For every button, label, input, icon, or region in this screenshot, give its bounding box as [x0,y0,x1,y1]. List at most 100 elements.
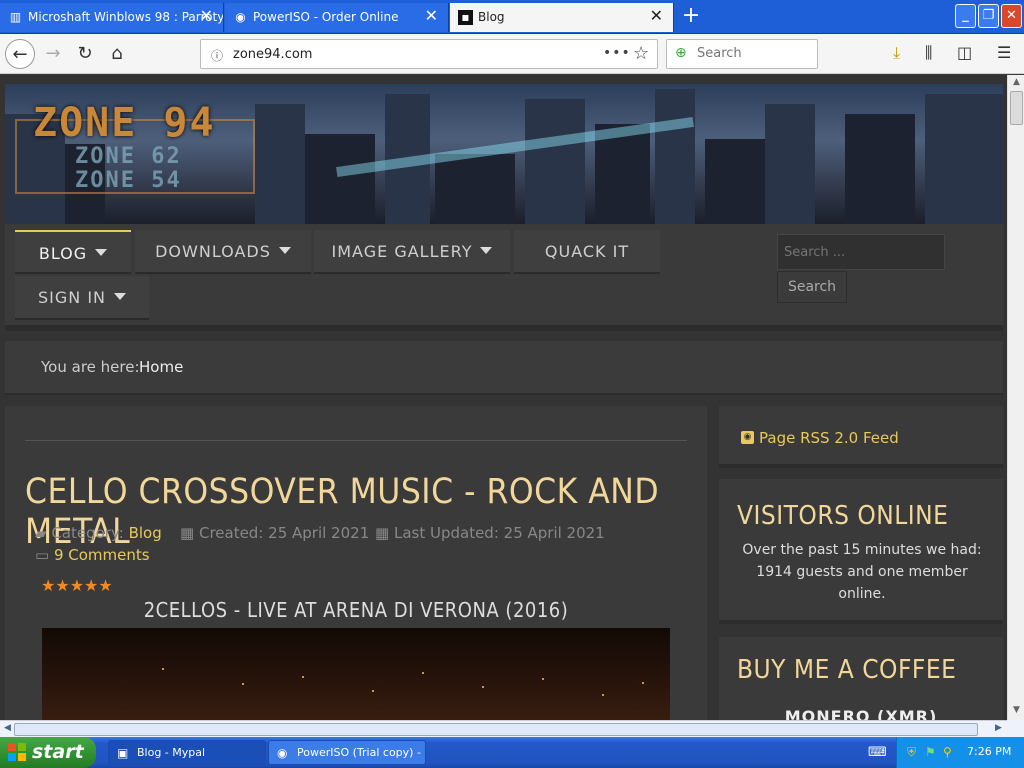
tab-poweriso[interactable]: ◉ PowerISO - Order Online ✕ [225,3,449,32]
logo-subtitle: ZONE 54 [75,168,182,193]
bookmark-star-icon[interactable]: ☆ [633,43,649,64]
rss-link[interactable]: Page RSS 2.0 Feed [759,429,899,447]
calendar-icon: ▦ [375,524,390,542]
close-icon[interactable]: ✕ [650,8,663,24]
system-tray: ⛨ ⚑ ⚲ 7:26 PM [896,737,1024,768]
article: CELLO CROSSOVER MUSIC - ROCK AND METAL ▰… [5,406,707,720]
visitors-text: Over the past 15 minutes we had: 1914 gu… [742,542,982,602]
download-icon[interactable]: ⤓ [893,43,900,63]
comment-icon: ▭ [35,546,50,564]
monero-label: MONERO (XMR) [784,707,938,720]
reload-icon[interactable]: ↻ [70,39,100,69]
page-viewport: ZONE 94 ZONE 62 ZONE 54 BLOG DOWNLOADS I… [0,75,1007,720]
caret-down-icon [278,247,291,254]
home-icon[interactable]: ⌂ [102,39,132,69]
start-label: start [32,741,84,763]
category-link[interactable]: Blog [129,524,162,542]
logo-subtitle: ZONE 62 [75,144,182,169]
site-banner: ZONE 94 ZONE 62 ZONE 54 [5,84,1003,224]
tab-title: PowerISO - Order Online [253,10,399,24]
scroll-corner [1007,720,1024,737]
tab-microshaft[interactable]: ▥ Microshaft Winblows 98 : Parroty ✕ [0,3,224,32]
article-category: ▰ Category: Blog [35,524,162,542]
browser-icon: ▣ [117,746,129,760]
visitors-title: VISITORS ONLINE [737,501,949,531]
scroll-left-icon[interactable]: ◀ [1,723,14,736]
scroll-right-icon[interactable]: ▶ [992,723,1005,736]
visitors-module: VISITORS ONLINE Over the past 15 minutes… [719,479,1003,624]
comments-link[interactable]: 9 Comments [54,546,150,564]
breadcrumb-home-link[interactable]: Home [139,358,183,376]
menu-item-blog[interactable]: BLOG [15,230,131,274]
scroll-up-icon[interactable]: ▲ [1010,77,1023,90]
maximize-icon[interactable]: ❐ [978,4,999,28]
network-icon[interactable]: ⚑ [925,745,936,759]
new-tab-icon[interactable]: + [678,4,704,30]
sidebar-icon[interactable]: ◫ [957,43,972,62]
site-nav: BLOG DOWNLOADS IMAGE GALLERY QUACK IT SI… [5,224,1003,331]
article-updated: ▦ Last Updated: 25 April 2021 [375,524,605,542]
browser-search-input[interactable] [697,46,807,61]
library-icon[interactable]: ⫼ [925,43,932,63]
site-search-input[interactable] [777,234,945,270]
tab-title: Blog [478,10,505,24]
shield-icon[interactable]: ⛨ [907,745,916,760]
task-blog-mypal[interactable]: ▣ Blog - Mypal [108,740,266,765]
clock: 7:26 PM [967,745,1012,758]
article-comments: ▭ 9 Comments [35,546,150,564]
close-icon[interactable]: ✕ [200,8,213,24]
tab-blog[interactable]: ▪ Blog ✕ [450,3,674,32]
forward-icon[interactable]: → [38,39,68,69]
menu-item-downloads[interactable]: DOWNLOADS [135,230,311,274]
site-logo[interactable]: ZONE 94 [33,100,216,146]
menu-item-sign-in[interactable]: SIGN IN [15,276,149,320]
article-created: ▦ Created: 25 April 2021 [180,524,369,542]
task-label: PowerISO (Trial copy) - [297,746,421,759]
menu-label: DOWNLOADS [155,242,271,261]
start-button[interactable]: start [0,737,96,768]
caret-down-icon [95,249,108,256]
close-icon[interactable]: ✕ [425,8,438,24]
video-player[interactable] [42,628,670,720]
breadcrumb: You are here: Home [5,341,1003,395]
page-actions-icon[interactable]: ••• [603,45,631,61]
rss-module: ◉ Page RSS 2.0 Feed [719,406,1003,468]
rating-stars[interactable]: ★★★★★ [41,576,113,595]
vertical-scrollbar[interactable]: ▲ ▼ [1007,75,1024,720]
menu-label: BLOG [38,244,88,263]
video-title: 2CELLOS - LIVE AT ARENA DI VERONA (2016) [143,598,569,622]
scroll-thumb[interactable] [14,723,978,736]
menu-item-image-gallery[interactable]: IMAGE GALLERY [314,230,510,274]
created-date: Created: 25 April 2021 [198,524,370,542]
menu-label: SIGN IN [37,288,106,307]
scroll-thumb[interactable] [1010,91,1023,125]
address-text: zone94.com [233,47,313,62]
category-label: Category: [51,524,124,542]
menu-icon[interactable]: ☰ [997,43,1011,62]
site-search-button[interactable]: Search [777,271,847,303]
coffee-title: BUY ME A COFFEE [737,655,957,685]
scroll-down-icon[interactable]: ▼ [1010,705,1023,718]
calendar-icon: ▦ [180,524,195,542]
menu-label: IMAGE GALLERY [331,242,473,261]
windows-logo-icon [8,743,26,761]
task-poweriso[interactable]: ◉ PowerISO (Trial copy) - [268,740,426,765]
minimize-icon[interactable]: _ [955,4,976,28]
menu-item-quack-it[interactable]: QUACK IT [514,230,660,274]
horizontal-scrollbar[interactable]: ◀ ▶ [0,720,1007,737]
magnifier-icon[interactable]: ⚲ [943,745,952,759]
site-icon: ▥ [9,10,22,24]
site-icon: ▪ [458,10,473,25]
address-bar[interactable]: ⓘ zone94.com ••• ☆ [200,39,658,69]
caret-down-icon [114,293,126,300]
taskbar: start ▣ Blog - Mypal ◉ PowerISO (Trial c… [0,737,1024,768]
browser-search-box[interactable]: ⊕ [666,39,818,69]
coffee-module: BUY ME A COFFEE MONERO (XMR) [719,637,1003,720]
info-icon[interactable]: ⓘ [211,47,223,64]
tab-title: Microshaft Winblows 98 : Parroty [28,10,224,24]
back-icon[interactable]: ← [5,39,35,69]
close-window-icon[interactable]: ✕ [1001,4,1022,28]
keyboard-icon[interactable]: ⌨ [868,745,887,760]
breadcrumb-label: You are here: [41,358,140,376]
search-icon: ⊕ [675,45,687,61]
